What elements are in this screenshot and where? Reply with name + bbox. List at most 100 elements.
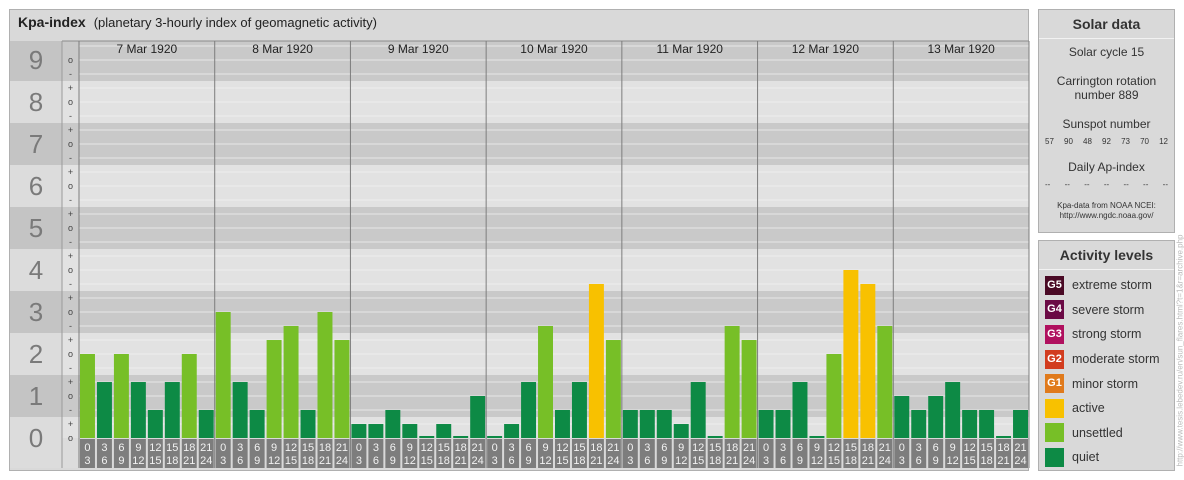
interval-end-label: 15 bbox=[964, 455, 976, 467]
ap-values: -- -- -- -- -- -- -- bbox=[1039, 180, 1174, 189]
interval-start-label: 9 bbox=[271, 442, 277, 454]
interval-start-label: 18 bbox=[455, 442, 467, 454]
y-minor-label: o bbox=[68, 391, 73, 401]
interval-start-label: 0 bbox=[84, 442, 90, 454]
interval-end-label: 21 bbox=[319, 455, 331, 467]
y-tick-label: 0 bbox=[29, 423, 43, 453]
kp-bar bbox=[402, 424, 418, 438]
interval-end-label: 24 bbox=[472, 455, 484, 467]
y-minor-label: - bbox=[69, 405, 72, 415]
kp-bar bbox=[741, 340, 757, 438]
y-minor-label: - bbox=[69, 153, 72, 163]
y-minor-label: o bbox=[68, 223, 73, 233]
y-minor-label: + bbox=[68, 419, 73, 429]
interval-start-label: 12 bbox=[964, 442, 976, 454]
interval-end-label: 9 bbox=[254, 455, 260, 467]
kp-bar bbox=[181, 354, 197, 438]
y-minor-label: + bbox=[68, 377, 73, 387]
activity-levels-legend: G5 extreme storm G4 severe storm G3 strong st… bbox=[1039, 270, 1174, 470]
interval-end-label: 24 bbox=[607, 455, 619, 467]
solar-panel-title: Solar data bbox=[1039, 10, 1174, 39]
day-label: 11 Mar 1920 bbox=[656, 42, 723, 56]
interval-start-label: 0 bbox=[356, 442, 362, 454]
interval-start-label: 9 bbox=[678, 442, 684, 454]
y-minor-label: o bbox=[68, 433, 73, 443]
interval-start-label: 3 bbox=[780, 442, 786, 454]
interval-start-label: 3 bbox=[101, 442, 107, 454]
kp-bar bbox=[266, 340, 282, 438]
interval-end-label: 21 bbox=[997, 455, 1009, 467]
interval-end-label: 15 bbox=[828, 455, 840, 467]
legend-item: G1 minor storm bbox=[1039, 371, 1174, 396]
legend-label: minor storm bbox=[1072, 376, 1138, 391]
y-minor-label: + bbox=[68, 335, 73, 345]
y-minor-label: o bbox=[68, 181, 73, 191]
legend-label: unsettled bbox=[1072, 425, 1123, 440]
interval-end-label: 18 bbox=[709, 455, 721, 467]
interval-start-label: 12 bbox=[556, 442, 568, 454]
legend-swatch: G3 bbox=[1045, 324, 1064, 344]
interval-end-label: 21 bbox=[590, 455, 602, 467]
kp-bar bbox=[945, 382, 961, 438]
kp-chart-panel: Kpa-index (planetary 3-hourly index of ge… bbox=[9, 9, 1030, 471]
interval-start-label: 15 bbox=[166, 442, 178, 454]
kp-bar bbox=[351, 424, 367, 438]
kp-bar bbox=[215, 312, 231, 438]
data-source-link[interactable]: http://www.ngdc.noaa.gov/ bbox=[1039, 211, 1174, 221]
interval-start-label: 0 bbox=[627, 442, 633, 454]
kp-bar bbox=[1013, 409, 1028, 438]
y-minor-label: o bbox=[68, 349, 73, 359]
kp-bar bbox=[538, 325, 553, 438]
interval-start-label: 9 bbox=[407, 442, 413, 454]
interval-end-label: 24 bbox=[879, 455, 891, 467]
kp-bar bbox=[80, 354, 95, 438]
y-minor-label: o bbox=[68, 307, 73, 317]
ap-value: -- bbox=[1143, 180, 1149, 189]
legend-item: G2 moderate storm bbox=[1039, 347, 1174, 372]
kp-bar bbox=[690, 382, 706, 438]
sunspot-value: 90 bbox=[1064, 137, 1073, 146]
kp-bar bbox=[113, 354, 129, 438]
y-minor-label: - bbox=[69, 363, 72, 373]
interval-end-label: 6 bbox=[101, 455, 107, 467]
kp-bar bbox=[979, 409, 995, 438]
interval-end-label: 15 bbox=[285, 455, 297, 467]
interval-start-label: 12 bbox=[421, 442, 433, 454]
interval-start-label: 15 bbox=[980, 442, 992, 454]
interval-end-label: 3 bbox=[356, 455, 362, 467]
ap-label: Daily Ap-index bbox=[1068, 160, 1145, 174]
kp-bar bbox=[300, 409, 316, 438]
y-minor-label: o bbox=[68, 55, 73, 65]
interval-end-label: 24 bbox=[743, 455, 755, 467]
interval-end-label: 6 bbox=[373, 455, 379, 467]
sunspot-value: 92 bbox=[1102, 137, 1111, 146]
interval-end-label: 12 bbox=[675, 455, 687, 467]
interval-start-label: 21 bbox=[336, 442, 348, 454]
y-minor-label: + bbox=[68, 83, 73, 93]
interval-start-label: 15 bbox=[302, 442, 314, 454]
kp-bar bbox=[419, 436, 435, 438]
sunspot-value: 48 bbox=[1083, 137, 1092, 146]
kp-bar bbox=[249, 409, 265, 438]
interval-start-label: 15 bbox=[845, 442, 857, 454]
interval-end-label: 18 bbox=[302, 455, 314, 467]
y-minor-label: o bbox=[68, 265, 73, 275]
day-label: 7 Mar 1920 bbox=[117, 42, 178, 56]
interval-end-label: 6 bbox=[237, 455, 243, 467]
day-label: 12 Mar 1920 bbox=[792, 42, 860, 56]
data-source-note: Kpa-data from NOAA NCEI: bbox=[1057, 201, 1156, 210]
sunspot-value: 57 bbox=[1045, 137, 1054, 146]
kp-bar bbox=[504, 424, 520, 438]
interval-start-label: 9 bbox=[814, 442, 820, 454]
kp-bar bbox=[996, 436, 1012, 438]
sunspot-value: 12 bbox=[1159, 137, 1168, 146]
kp-bar bbox=[792, 382, 808, 438]
kp-bar bbox=[860, 283, 876, 438]
interval-start-label: 3 bbox=[509, 442, 515, 454]
legend-item: quiet bbox=[1039, 445, 1174, 470]
legend-swatch: G1 bbox=[1045, 374, 1064, 394]
y-minor-label: - bbox=[69, 69, 72, 79]
kp-bar bbox=[826, 354, 842, 438]
interval-end-label: 3 bbox=[220, 455, 226, 467]
source-watermark: http://www.tesis.lebedev.ru/en/sun_flare… bbox=[1176, 235, 1184, 470]
